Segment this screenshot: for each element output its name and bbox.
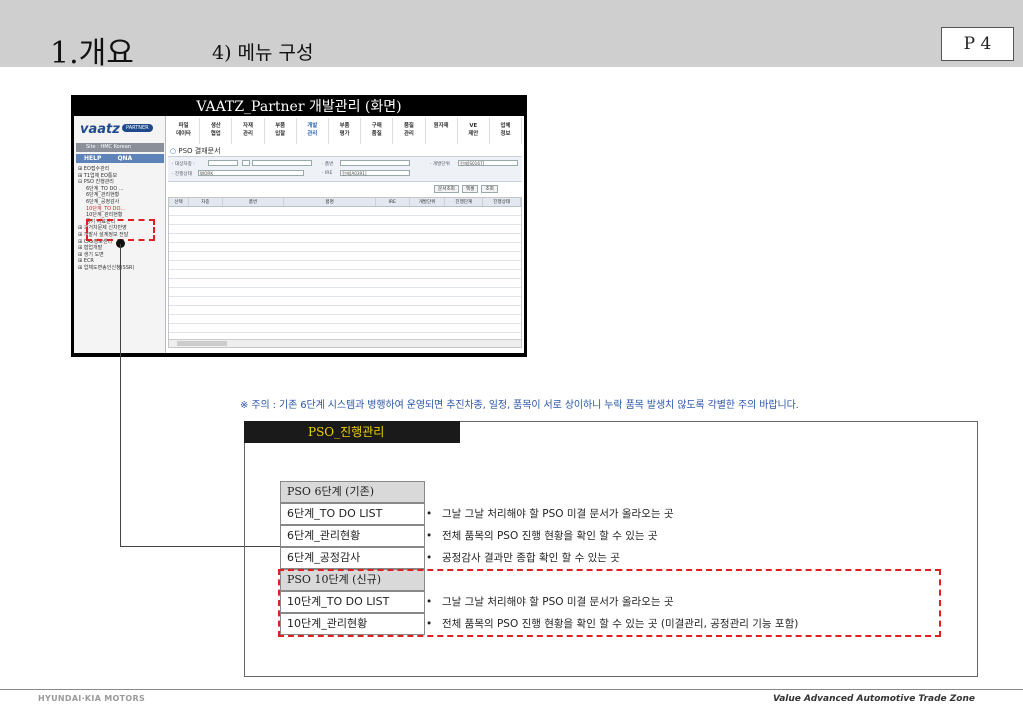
result-grid: 선택 차종 품번 품명 IRE 개발단위 진행단계 진행상태 bbox=[168, 197, 522, 348]
vehicle-label: · 대상차종 : bbox=[172, 162, 195, 167]
highlight-box-table bbox=[278, 569, 941, 637]
action-button[interactable]: 엑셀 bbox=[461, 185, 479, 193]
connector-line-vertical bbox=[120, 244, 121, 546]
site-selector[interactable]: Site : HMC Korean bbox=[76, 143, 164, 152]
grid-column-header[interactable]: 품명 bbox=[284, 198, 376, 206]
table-row: 6단계_관리현황 • 전체 품목의 PSO 진행 현황을 확인 할 수 있는 곳 bbox=[280, 525, 940, 547]
horizontal-scrollbar[interactable] bbox=[169, 339, 521, 347]
menu-item[interactable]: 파일 데이타 bbox=[168, 118, 201, 144]
tree-item[interactable]: ⊟ PSO 진행관리 bbox=[78, 179, 164, 186]
footer-slogan: Value Advanced Automotive Trade Zone bbox=[772, 694, 975, 704]
panel-tab: PSO_진행관리 bbox=[244, 421, 460, 443]
menu-item[interactable]: 생산 협업 bbox=[200, 118, 233, 144]
tree-item[interactable]: ⊞ 생기 도면 bbox=[78, 252, 164, 259]
action-buttons: 문서조회 엑셀 조회 bbox=[434, 185, 498, 193]
bullet-icon: • bbox=[426, 552, 433, 564]
tree-item[interactable]: 10단계_관리현황 bbox=[78, 212, 164, 219]
grid-header: 선택 차종 품번 품명 IRE 개발단위 진행단계 진행상태 bbox=[169, 198, 521, 207]
logo-text: vaatz bbox=[80, 122, 120, 137]
tree-item[interactable]: ⊞ ECR bbox=[78, 258, 164, 265]
action-button[interactable]: 조회 bbox=[481, 185, 498, 193]
grid-column-header[interactable]: 진행단계 bbox=[445, 198, 484, 206]
footer-divider bbox=[0, 689, 1023, 690]
header-band bbox=[0, 0, 1023, 67]
table-row: 6단계_TO DO LIST • 그날 그날 처리해야 할 PSO 미결 문서가 올… bbox=[280, 503, 940, 525]
tree-item[interactable]: ⊞ EO접수관리 bbox=[78, 166, 164, 173]
description-text: 공정감사 결과만 종합 확인 할 수 있는 곳 bbox=[442, 552, 620, 564]
menu-item[interactable]: VE 제안 bbox=[458, 118, 490, 144]
footer-brand: HYUNDAI·KIA MOTORS bbox=[38, 694, 146, 703]
grid-rows bbox=[169, 207, 521, 338]
caution-notice: ※ 주의 : 기존 6단계 시스템과 병행하여 운영되면 추진차종, 일정, 품… bbox=[240, 400, 799, 411]
menu-name-cell: 6단계_TO DO LIST bbox=[280, 503, 425, 525]
grid-column-header[interactable]: 진행상태 bbox=[483, 198, 521, 206]
menu-name-cell: 6단계_관리현황 bbox=[280, 525, 425, 547]
page-title: 1.개요 bbox=[50, 36, 134, 71]
group-header-cell: PSO 6단계 (기존) bbox=[280, 481, 425, 503]
grid-column-header[interactable]: 선택 bbox=[169, 198, 189, 206]
description-text: 전체 품목의 PSO 진행 현황을 확인 할 수 있는 곳 bbox=[442, 530, 658, 542]
menu-item[interactable]: 업체 정보 bbox=[490, 118, 523, 144]
status-select[interactable]: WORK bbox=[198, 170, 304, 176]
top-menu-bar: 파일 데이타 생산 협업 자재 관리 부품 입찰 개발 관리 부품 평가 구매 품질 품질 관… bbox=[168, 118, 523, 144]
menu-item[interactable]: 부품 입찰 bbox=[265, 118, 297, 144]
logo-tag: PARTNER bbox=[122, 124, 153, 132]
part-label: · 품번 bbox=[322, 162, 334, 167]
description-text: 그날 그날 처리해야 할 PSO 미결 문서가 올라오는 곳 bbox=[442, 508, 674, 520]
filter-panel: · 대상차종 : · 진행상태 WORK · 품번 · IRE 전체[A0391… bbox=[168, 156, 522, 182]
page-subtitle: 4) 메뉴 구성 bbox=[212, 42, 314, 64]
grid-column-header[interactable]: 개발단위 bbox=[410, 198, 446, 206]
grid-column-header[interactable]: 차종 bbox=[189, 198, 223, 206]
highlight-box-app bbox=[86, 219, 155, 241]
menu-description: • 전체 품목의 PSO 진행 현황을 확인 할 수 있는 곳 bbox=[426, 525, 658, 547]
vehicle-input[interactable] bbox=[208, 160, 238, 166]
tree-item[interactable]: 6단계_공정감사 bbox=[78, 199, 164, 206]
status-label: · 진행상태 bbox=[172, 172, 192, 177]
menu-description: • 공정감사 결과만 종합 확인 할 수 있는 곳 bbox=[426, 547, 620, 569]
ire-label: · IRE bbox=[322, 171, 333, 176]
dev-unit-label: · 개발단위 bbox=[430, 162, 450, 167]
action-button[interactable]: 문서조회 bbox=[434, 185, 459, 193]
qna-link[interactable]: QNA bbox=[117, 155, 132, 162]
bullet-icon: • bbox=[426, 530, 433, 542]
vehicle-name-field[interactable] bbox=[252, 160, 312, 166]
menu-item[interactable]: 품질 관리 bbox=[393, 118, 426, 144]
menu-item[interactable]: 구매 품질 bbox=[361, 118, 394, 144]
tree-item[interactable]: 6단계_관리현황 bbox=[78, 192, 164, 199]
page-number: P 4 bbox=[941, 27, 1014, 61]
vaatz-logo[interactable]: vaatz PARTNER bbox=[78, 120, 162, 140]
grid-column-header[interactable]: IRE bbox=[376, 198, 410, 206]
menu-item[interactable]: 부품 평가 bbox=[329, 118, 362, 144]
table-row: PSO 6단계 (기존) bbox=[280, 481, 940, 503]
vehicle-search-button[interactable] bbox=[242, 160, 250, 166]
menu-item[interactable]: 개발 관리 bbox=[297, 118, 329, 144]
tree-item[interactable]: ⊞ 업체도면송인신청(SSR) bbox=[78, 265, 164, 272]
menu-item[interactable]: 원자재 bbox=[426, 118, 458, 144]
menu-name-cell: 6단계_공정감사 bbox=[280, 547, 425, 569]
section-title: PSO 결재문서 bbox=[170, 146, 220, 156]
menu-description: • 그날 그날 처리해야 할 PSO 미결 문서가 올라오는 곳 bbox=[426, 503, 674, 525]
app-window-title: VAATZ_Partner 개발관리 (화면) bbox=[196, 99, 402, 115]
table-row: 6단계_공정감사 • 공정감사 결과만 종합 확인 할 수 있는 곳 bbox=[280, 547, 940, 569]
grid-column-header[interactable]: 품번 bbox=[223, 198, 285, 206]
dev-unit-select[interactable]: 전체[S0167] bbox=[458, 160, 518, 166]
help-bar: HELP QNA bbox=[76, 154, 164, 163]
bullet-icon: • bbox=[426, 508, 433, 520]
part-input[interactable] bbox=[340, 160, 410, 166]
scrollbar-thumb[interactable] bbox=[177, 341, 227, 346]
menu-item[interactable]: 자재 관리 bbox=[232, 118, 265, 144]
help-link[interactable]: HELP bbox=[84, 155, 101, 162]
ire-select[interactable]: 전체[A0391] bbox=[340, 170, 410, 176]
